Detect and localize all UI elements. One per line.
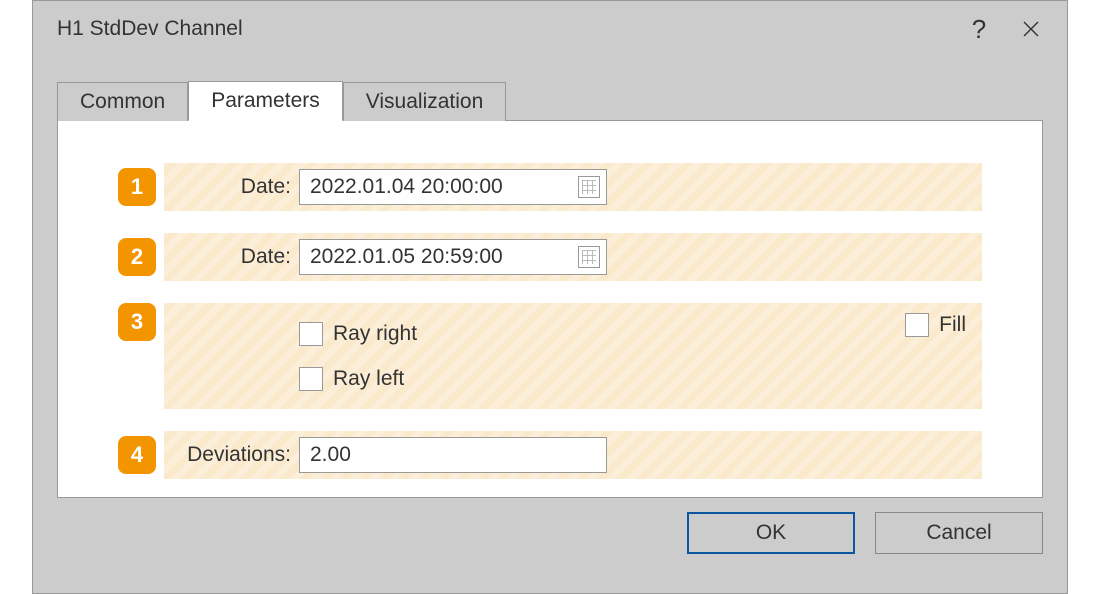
row-body-1: Date: 2022.01.04 20:00:00 bbox=[164, 163, 982, 211]
ray-right-line: Ray right bbox=[164, 314, 982, 354]
date-value-1: 2022.01.04 20:00:00 bbox=[310, 175, 578, 199]
date-value-2: 2022.01.05 20:59:00 bbox=[310, 245, 578, 269]
date-input-1[interactable]: 2022.01.04 20:00:00 bbox=[299, 169, 607, 205]
ray-left-label: Ray left bbox=[333, 367, 404, 391]
deviations-input[interactable]: 2.00 bbox=[299, 437, 607, 473]
calendar-icon[interactable] bbox=[578, 176, 600, 198]
close-button[interactable] bbox=[1005, 9, 1057, 49]
ray-left-checkbox[interactable]: Ray left bbox=[299, 367, 404, 391]
badge-1: 1 bbox=[118, 168, 156, 206]
ok-button[interactable]: OK bbox=[687, 512, 855, 554]
help-button[interactable]: ? bbox=[953, 9, 1005, 49]
parameters-panel: 1 Date: 2022.01.04 20:00:00 2 Date: 2022… bbox=[57, 121, 1043, 498]
label-deviations: Deviations: bbox=[164, 443, 299, 467]
fill-checkbox[interactable]: Fill bbox=[905, 313, 966, 337]
tabstrip: Common Parameters Visualization bbox=[57, 81, 1043, 121]
cancel-button[interactable]: Cancel bbox=[875, 512, 1043, 554]
checkbox-icon bbox=[299, 367, 323, 391]
ray-left-line: Ray left bbox=[164, 359, 982, 399]
close-icon bbox=[1022, 20, 1040, 38]
checkbox-icon bbox=[905, 313, 929, 337]
row-rays: 3 Ray right Ray left bbox=[118, 303, 982, 409]
label-date-1: Date: bbox=[164, 175, 299, 199]
ray-right-checkbox[interactable]: Ray right bbox=[299, 322, 417, 346]
tab-visualization[interactable]: Visualization bbox=[343, 82, 507, 121]
dialog: H1 StdDev Channel ? Common Parameters Vi… bbox=[32, 0, 1068, 594]
badge-4: 4 bbox=[118, 436, 156, 474]
row-deviations: 4 Deviations: 2.00 bbox=[118, 431, 982, 479]
dialog-title: H1 StdDev Channel bbox=[57, 17, 953, 41]
ray-right-label: Ray right bbox=[333, 322, 417, 346]
tab-parameters[interactable]: Parameters bbox=[188, 81, 343, 121]
calendar-icon[interactable] bbox=[578, 246, 600, 268]
row-body-4: Deviations: 2.00 bbox=[164, 431, 982, 479]
titlebar: H1 StdDev Channel ? bbox=[33, 1, 1067, 57]
button-row: OK Cancel bbox=[33, 498, 1067, 554]
tab-common[interactable]: Common bbox=[57, 82, 188, 121]
fill-label: Fill bbox=[939, 313, 966, 337]
checkbox-icon bbox=[299, 322, 323, 346]
row-body-2: Date: 2022.01.05 20:59:00 bbox=[164, 233, 982, 281]
label-date-2: Date: bbox=[164, 245, 299, 269]
badge-2: 2 bbox=[118, 238, 156, 276]
deviations-value: 2.00 bbox=[310, 443, 351, 467]
date-input-2[interactable]: 2022.01.05 20:59:00 bbox=[299, 239, 607, 275]
row-date-2: 2 Date: 2022.01.05 20:59:00 bbox=[118, 233, 982, 281]
row-date-1: 1 Date: 2022.01.04 20:00:00 bbox=[118, 163, 982, 211]
badge-3: 3 bbox=[118, 303, 156, 341]
row-body-3: Ray right Ray left Fill bbox=[164, 303, 982, 409]
